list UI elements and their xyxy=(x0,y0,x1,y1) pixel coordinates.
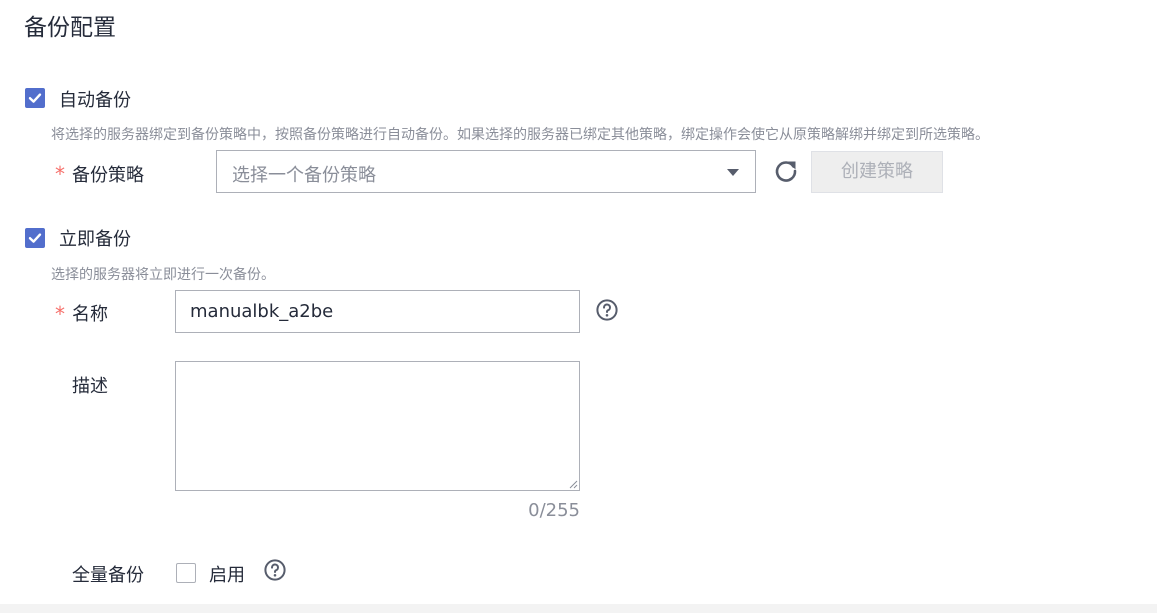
chevron-down-icon xyxy=(727,169,739,176)
description-label: 描述 xyxy=(72,376,108,397)
required-mark: * xyxy=(55,162,65,186)
enable-full-backup-checkbox[interactable] xyxy=(176,563,196,583)
backup-config-page: 备份配置 自动备份 将选择的服务器绑定到备份策略中，按照备份策略进行自动备份。如… xyxy=(0,0,1157,613)
backup-policy-select[interactable]: 选择一个备份策略 xyxy=(216,150,756,193)
refresh-icon[interactable] xyxy=(773,158,799,184)
create-policy-button[interactable]: 创建策略 xyxy=(811,151,943,193)
footer-divider xyxy=(0,604,1157,613)
auto-backup-hint: 将选择的服务器绑定到备份策略中，按照备份策略进行自动备份。如果选择的服务器已绑定… xyxy=(51,127,989,143)
backup-policy-placeholder: 选择一个备份策略 xyxy=(232,165,376,186)
question-circle-icon[interactable] xyxy=(264,559,286,581)
question-circle-icon[interactable] xyxy=(596,299,618,321)
backup-policy-label: 备份策略 xyxy=(72,165,144,186)
check-icon xyxy=(28,233,42,243)
enable-full-backup-label[interactable]: 启用 xyxy=(209,561,245,587)
description-char-counter: 0/255 xyxy=(528,500,580,521)
page-title: 备份配置 xyxy=(24,15,116,41)
immediate-backup-label[interactable]: 立即备份 xyxy=(59,225,131,251)
full-backup-label: 全量备份 xyxy=(72,565,144,586)
check-icon xyxy=(28,93,42,103)
auto-backup-checkbox[interactable] xyxy=(25,88,45,108)
resize-grip-icon[interactable] xyxy=(568,479,578,489)
description-textarea[interactable] xyxy=(175,361,580,491)
immediate-backup-checkbox[interactable] xyxy=(25,228,45,248)
auto-backup-label[interactable]: 自动备份 xyxy=(59,86,131,112)
name-input[interactable]: manualbk_a2be xyxy=(175,290,580,333)
immediate-backup-hint: 选择的服务器将立即进行一次备份。 xyxy=(51,267,275,283)
required-mark: * xyxy=(55,302,65,326)
name-label: 名称 xyxy=(72,304,108,325)
